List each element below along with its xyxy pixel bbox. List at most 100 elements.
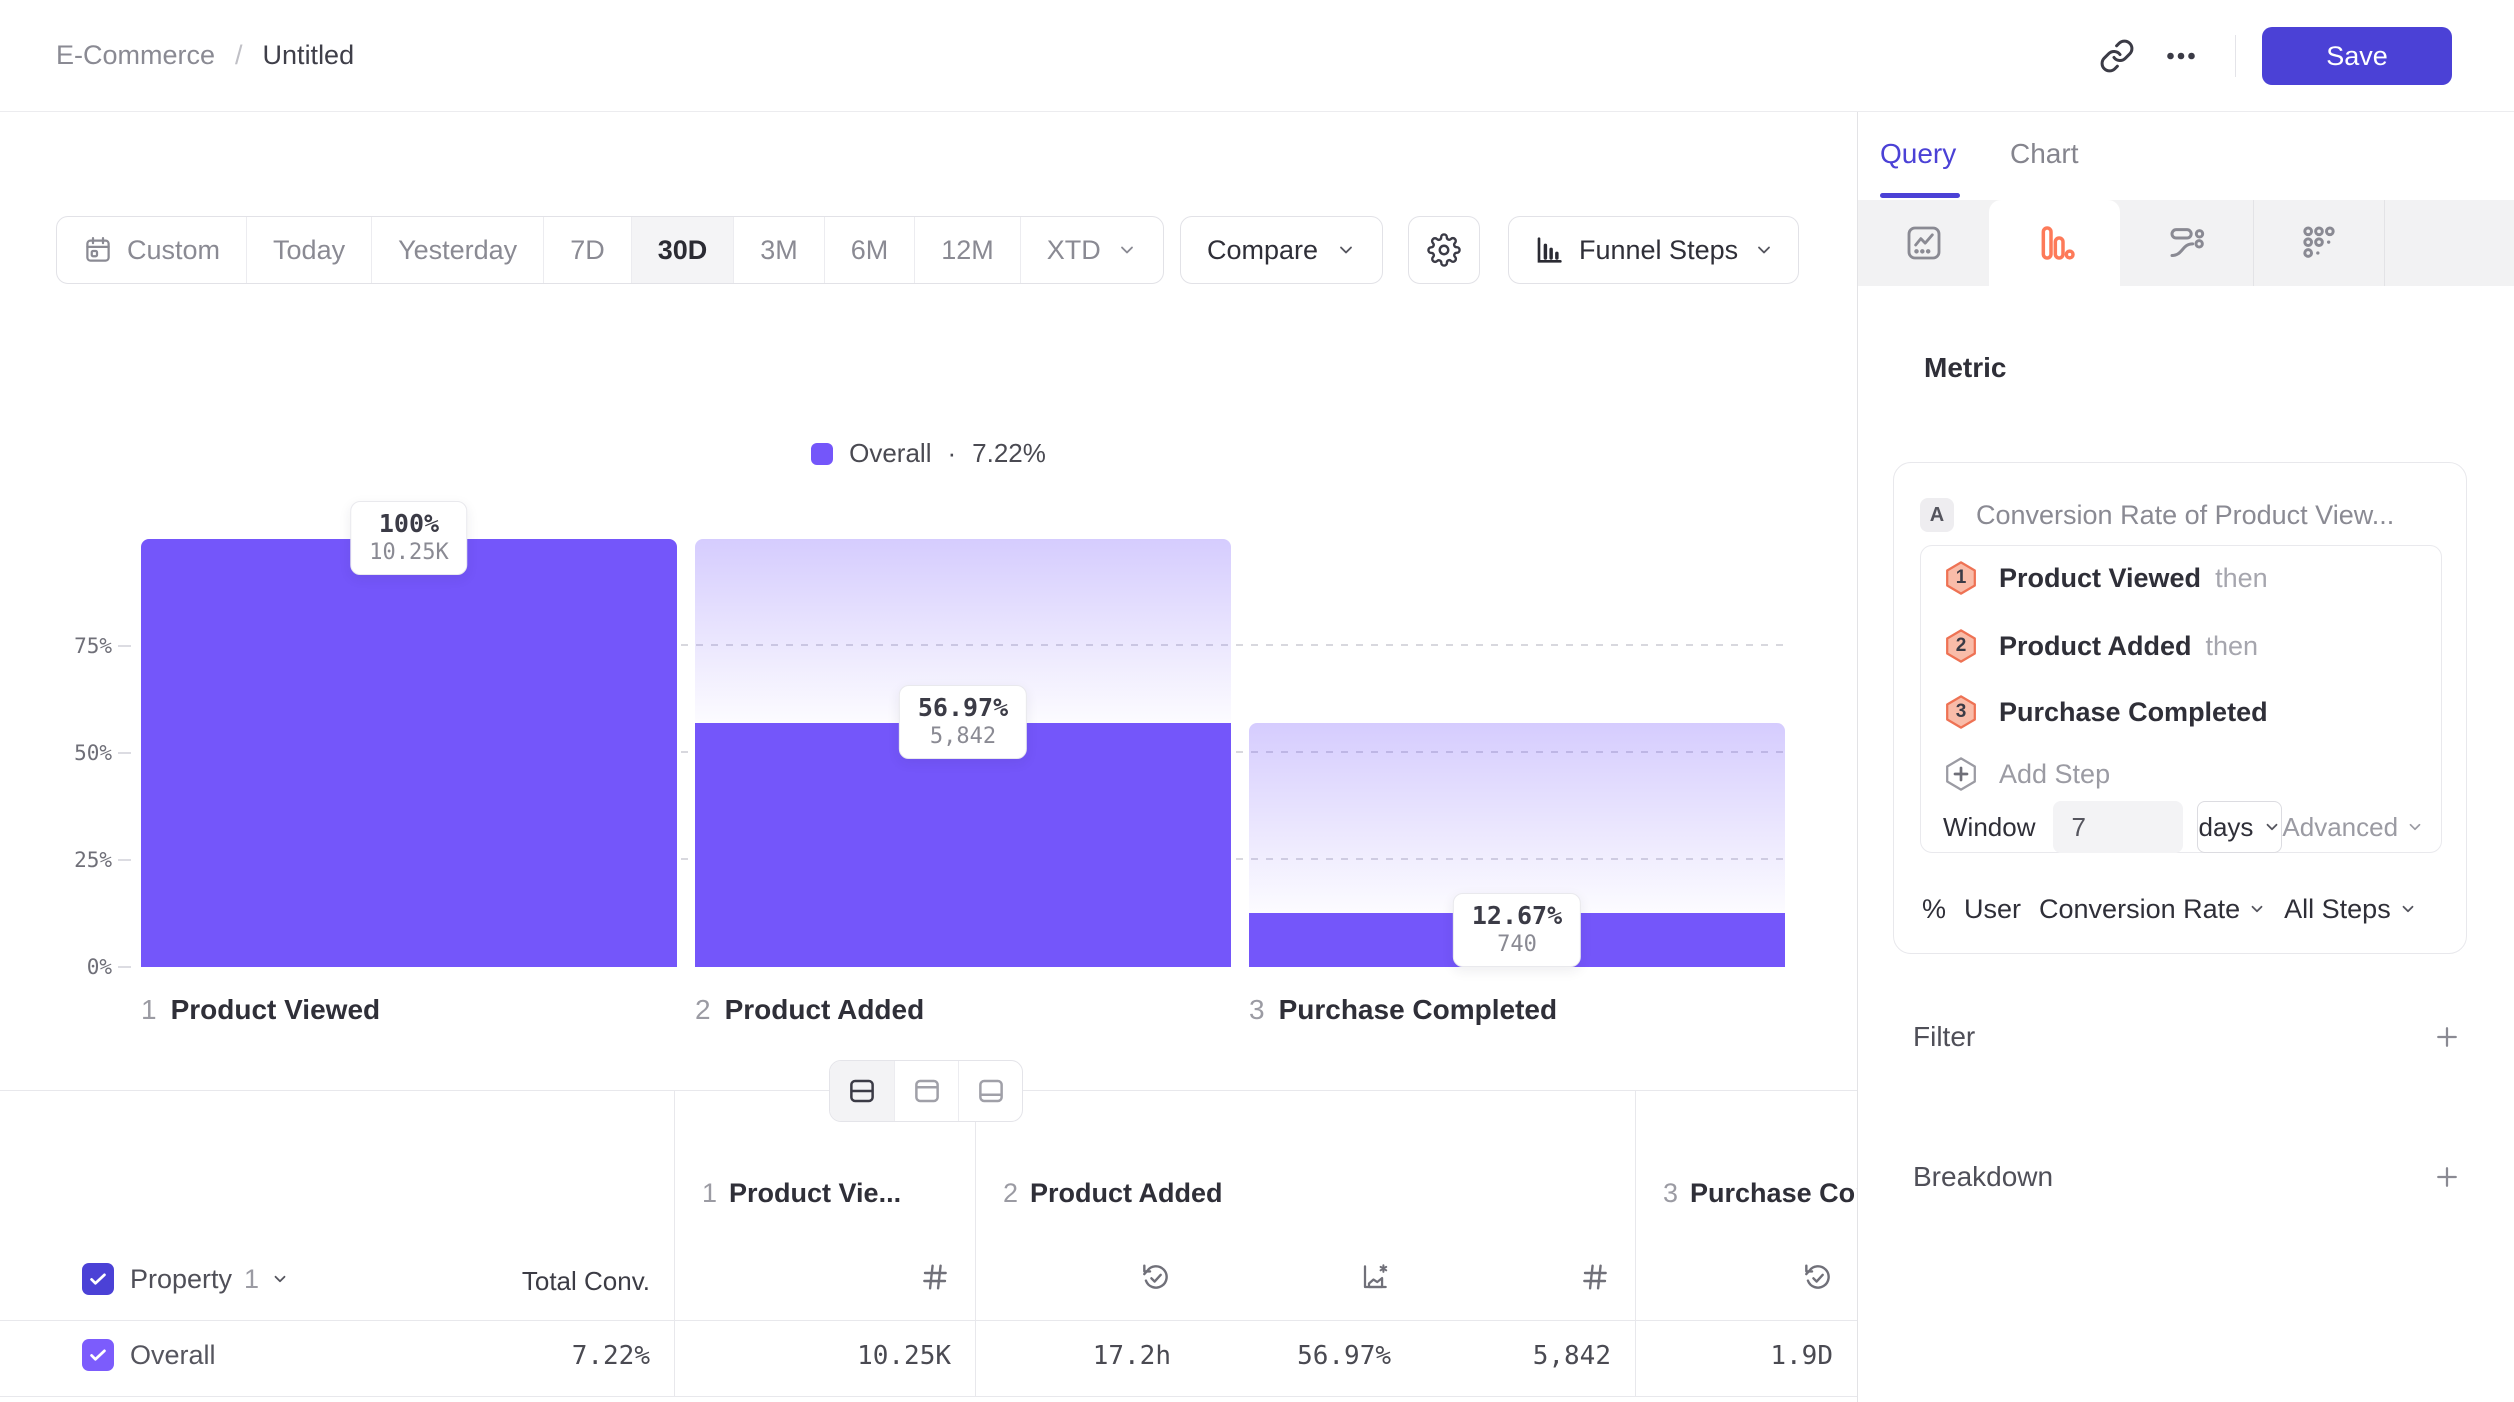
tooltip-percent: 56.97%: [918, 693, 1008, 722]
date-range-label: Custom: [127, 235, 220, 266]
copy-link-button[interactable]: [2085, 24, 2149, 88]
bar-tooltip: 100% 10.25K: [350, 501, 467, 575]
save-button[interactable]: Save: [2262, 27, 2452, 85]
metric-column-uniques[interactable]: [674, 1258, 975, 1296]
metric-title: Conversion Rate of Product View...: [1976, 500, 2394, 531]
tooltip-percent: 100%: [369, 509, 448, 538]
funnel-converted-area: [695, 723, 1231, 967]
funnel-icon: [2035, 223, 2075, 263]
breakdown-label: Breakdown: [1913, 1161, 2053, 1193]
chevron-down-icon: [2248, 900, 2266, 918]
date-range-xtd[interactable]: XTD: [1020, 217, 1163, 283]
measure-type-select[interactable]: Conversion Rate: [2039, 894, 2266, 925]
funnel-bar-product-added[interactable]: 56.97% 5,842: [695, 539, 1231, 967]
filter-label: Filter: [1913, 1021, 1975, 1053]
table-group-header-step-1[interactable]: 1Product Vie...: [702, 1178, 901, 1209]
plus-icon: [2432, 1162, 2462, 1192]
row-checkbox-overall[interactable]: [82, 1339, 114, 1371]
date-range-3m[interactable]: 3M: [733, 217, 824, 283]
metric-column-uniques[interactable]: [1415, 1258, 1635, 1296]
chevron-down-icon: [2399, 900, 2417, 918]
compare-button[interactable]: Compare: [1180, 216, 1383, 284]
funnel-bar-purchase-completed[interactable]: 12.67% 740: [1249, 539, 1785, 967]
table-row-divider: [0, 1396, 1857, 1397]
metric-column-time-to-convert[interactable]: [975, 1258, 1195, 1296]
select-all-checkbox[interactable]: [82, 1263, 114, 1295]
funnel-steps-icon: [1533, 234, 1565, 266]
step-row-2[interactable]: 2 Product Added then: [1943, 622, 2419, 670]
breadcrumb-separator: /: [235, 40, 243, 71]
measure-prefix: %: [1922, 894, 1946, 925]
date-range-yesterday[interactable]: Yesterday: [371, 217, 543, 283]
funnel-steps-card: 1 Product Viewed then 2 Product Added th…: [1920, 545, 2442, 853]
date-range-12m[interactable]: 12M: [914, 217, 1020, 283]
metric-badge: A: [1920, 498, 1954, 532]
more-options-button[interactable]: [2149, 24, 2213, 88]
cell-step1-count: 10.25K: [674, 1338, 975, 1374]
ellipsis-icon: [2163, 38, 2199, 74]
tabbar-separator: [2253, 200, 2254, 286]
add-step-row[interactable]: Add Step: [1943, 750, 2419, 798]
step-hexagon-badge: 1: [1943, 560, 1979, 596]
y-axis-tickmark: [118, 752, 131, 754]
measure-scope-select[interactable]: All Steps: [2284, 894, 2417, 925]
breadcrumb-current[interactable]: Untitled: [263, 40, 355, 71]
view-table-only-button[interactable]: [958, 1061, 1022, 1121]
window-value-input[interactable]: [2053, 801, 2183, 853]
row-label-overall[interactable]: Overall: [130, 1340, 216, 1371]
query-panel: Query Chart: [1857, 112, 2514, 1402]
chevron-down-icon: [1754, 240, 1774, 260]
breadcrumb-parent[interactable]: E-Commerce: [56, 40, 215, 71]
metric-title-row[interactable]: A Conversion Rate of Product View...: [1920, 497, 2440, 533]
funnel-bar-product-viewed[interactable]: 100% 10.25K: [141, 539, 677, 967]
add-breakdown-button[interactable]: [2432, 1162, 2462, 1192]
hash-icon: [919, 1261, 951, 1293]
step-event-name: Purchase Completed: [1999, 697, 2268, 728]
total-conv-header[interactable]: Total Conv.: [350, 1263, 674, 1299]
metric-column-conversion-rate[interactable]: [1195, 1258, 1415, 1296]
report-type-funnels-active[interactable]: [1989, 200, 2120, 286]
add-filter-button[interactable]: [2432, 1022, 2462, 1052]
property-index: 1: [244, 1264, 259, 1295]
hash-icon: [1579, 1261, 1611, 1293]
view-split-button[interactable]: [830, 1061, 894, 1121]
group-label: Purchase Completed: [1690, 1178, 1857, 1208]
funnel-chart: 0% 25% 50% 75% 100% 10.25K: [0, 539, 1857, 967]
window-unit-select[interactable]: days: [2197, 801, 2282, 853]
metric-column-time-to-convert[interactable]: [1635, 1258, 1857, 1296]
date-range-custom[interactable]: Custom: [57, 217, 246, 283]
view-chart-only-button[interactable]: [894, 1061, 958, 1121]
property-column-header[interactable]: Property 1: [130, 1263, 289, 1295]
step-name: Purchase Completed: [1279, 994, 1558, 1025]
chart-type-label: Funnel Steps: [1579, 235, 1738, 266]
chart-settings-button[interactable]: [1408, 216, 1480, 284]
metric-card: A Conversion Rate of Product View... 1 P…: [1893, 462, 2467, 954]
table-group-header-step-2[interactable]: 2Product Added: [1003, 1178, 1223, 1209]
step-row-1[interactable]: 1 Product Viewed then: [1943, 554, 2419, 602]
date-range-7d[interactable]: 7D: [543, 217, 631, 283]
report-type-insights[interactable]: [1858, 200, 1989, 286]
breakdown-section: Breakdown: [1913, 1160, 2462, 1194]
tab-chart[interactable]: Chart: [2010, 138, 2078, 170]
step-name: Product Added: [725, 994, 925, 1025]
advanced-toggle[interactable]: Advanced: [2282, 812, 2424, 843]
gear-icon: [1427, 233, 1461, 267]
retention-icon: [2299, 223, 2339, 263]
report-type-retention[interactable]: [2253, 200, 2384, 286]
report-type-flows[interactable]: [2121, 200, 2252, 286]
date-range-today[interactable]: Today: [246, 217, 371, 283]
measure-entity[interactable]: User: [1964, 894, 2021, 925]
table-group-header-step-3[interactable]: 3 Purchase Completed: [1663, 1178, 1857, 1209]
group-number: 3: [1663, 1178, 1678, 1208]
y-axis-tickmark: [118, 645, 131, 647]
group-number: 2: [1003, 1178, 1018, 1208]
step-row-3[interactable]: 3 Purchase Completed: [1943, 688, 2419, 736]
tab-query[interactable]: Query: [1880, 138, 1956, 170]
step-event-name: Product Added: [1999, 631, 2192, 662]
tooltip-count: 5,842: [918, 724, 1008, 749]
chart-legend[interactable]: Overall · 7.22%: [0, 438, 1857, 469]
y-axis-tickmark: [118, 966, 131, 968]
chart-type-selector[interactable]: Funnel Steps: [1508, 216, 1799, 284]
date-range-6m[interactable]: 6M: [824, 217, 915, 283]
date-range-30d-selected[interactable]: 30D: [631, 217, 734, 283]
